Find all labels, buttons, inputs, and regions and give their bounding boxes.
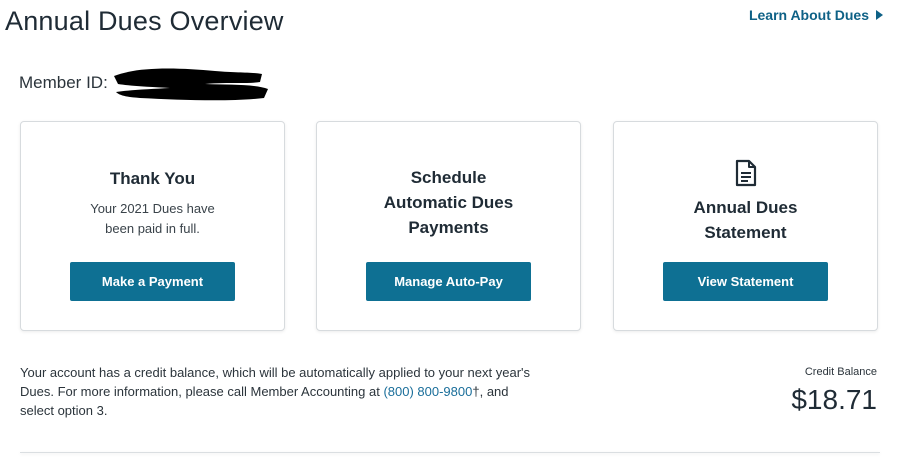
credit-balance-value: $18.71 <box>791 384 877 415</box>
dues-paid-message: Your 2021 Dues have been paid in full. <box>90 200 215 236</box>
credit-balance-label: Credit Balance <box>804 366 877 378</box>
view-statement-button[interactable]: View Statement <box>663 262 828 301</box>
statement-title: Annual Dues Statement <box>693 198 798 242</box>
redaction-mark <box>114 68 268 101</box>
make-payment-button[interactable]: Make a Payment <box>70 262 235 301</box>
manage-auto-pay-button[interactable]: Manage Auto-Pay <box>366 262 531 301</box>
auto-pay-title: Schedule Automatic Dues Payments <box>383 167 514 237</box>
member-id-label: Member ID: <box>19 73 108 92</box>
auto-pay-card: Schedule Automatic Dues Payments Manage … <box>316 121 581 331</box>
member-id-row: Member ID: <box>19 73 108 93</box>
learn-link-label: Learn About Dues <box>748 7 869 23</box>
statement-card: Annual Dues Statement View Statement <box>613 121 878 331</box>
document-icon <box>735 159 756 187</box>
thank-you-card: Thank You Your 2021 Dues have been paid … <box>20 121 285 331</box>
triangle-right-icon <box>876 10 883 20</box>
credit-balance-info: Your account has a credit balance, which… <box>20 363 545 420</box>
credit-balance: Credit Balance $18.71 <box>791 366 877 416</box>
phone-link[interactable]: (800) 800-9800 <box>383 384 472 399</box>
learn-about-dues-link[interactable]: Learn About Dues <box>749 7 883 23</box>
thank-you-title: Thank You <box>109 168 196 188</box>
page-title: Annual Dues Overview <box>5 6 284 36</box>
divider <box>20 452 880 453</box>
